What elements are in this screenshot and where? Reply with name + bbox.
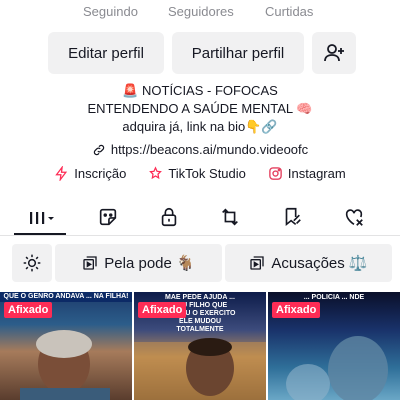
linked-apps: Inscrição TikTok Studio Instagram <box>0 166 400 181</box>
selected-tab-indicator <box>14 233 66 235</box>
repost-icon <box>222 208 238 226</box>
video-caption: QUE O GENRO ANDAVA ... NA FILHA! <box>0 292 132 302</box>
liked-icon <box>345 209 363 226</box>
tab-favorites[interactable] <box>272 204 312 230</box>
sticker-icon <box>99 208 117 226</box>
video-grid: QUE O GENRO ANDAVA ... NA FILHA! Afixado… <box>0 292 400 400</box>
video-thumbnail[interactable]: MAE PEDE AJUDA ... SEU FILHO QUE SERVIU … <box>134 292 266 400</box>
profile-actions: Editar perfil Partilhar perfil <box>48 32 356 74</box>
edit-profile-button[interactable]: Editar perfil <box>48 32 164 74</box>
favorites-icon <box>285 207 301 227</box>
filter-settings-button[interactable] <box>12 244 52 282</box>
video-thumbnail[interactable]: QUE O GENRO ANDAVA ... NA FILHA! Afixado <box>0 292 132 400</box>
tiktok-studio-label: TikTok Studio <box>168 166 246 181</box>
playlist-pela-pode-label: Pela pode 🐐 <box>104 255 195 272</box>
bio-line-2: ENTENDENDO A SAÚDE MENTAL 🧠 <box>87 101 313 116</box>
playlist-acusacoes-label: Acusações ⚖️ <box>271 255 368 272</box>
videos-grid-icon <box>30 212 54 224</box>
bio-link-row[interactable]: https://beacons.ai/mundo.videoofc <box>0 142 400 157</box>
lock-icon <box>161 207 177 227</box>
profile-bio: 🚨 NOTÍCIAS - FOFOCAS ENTENDENDO A SAÚDE … <box>0 82 400 136</box>
subscription-icon <box>55 166 68 181</box>
following-label[interactable]: Seguindo <box>83 4 138 19</box>
add-friend-button[interactable] <box>312 32 356 74</box>
gear-icon <box>23 254 41 272</box>
playlist-acusacoes[interactable]: Acusações ⚖️ <box>225 244 392 282</box>
playlist-pela-pode[interactable]: Pela pode 🐐 <box>55 244 222 282</box>
link-icon <box>93 144 105 155</box>
tab-liked[interactable] <box>334 204 374 230</box>
subscription-link[interactable]: Inscrição <box>54 166 126 181</box>
likes-label: Curtidas <box>265 4 314 19</box>
tab-reposts[interactable] <box>210 204 250 230</box>
followers-label[interactable]: Seguidores <box>168 4 234 19</box>
playlist-filters: Pela pode 🐐 Acusações ⚖️ <box>0 244 400 282</box>
studio-icon <box>149 166 163 180</box>
video-thumbnail[interactable]: ... POLICIA ... NDE Afixado <box>268 292 400 400</box>
pinned-badge: Afixado <box>4 302 53 318</box>
bio-link[interactable]: https://beacons.ai/mundo.videoofc <box>111 142 308 157</box>
profile-tabs <box>0 196 400 236</box>
playlist-icon <box>83 256 97 270</box>
tab-private[interactable] <box>149 204 189 230</box>
subscription-label: Inscrição <box>74 166 127 181</box>
share-profile-button[interactable]: Partilhar perfil <box>172 32 304 74</box>
bio-line-1: 🚨 NOTÍCIAS - FOFOCAS <box>122 83 278 98</box>
add-friend-icon <box>324 44 344 62</box>
tab-stickers[interactable] <box>88 204 128 230</box>
video-caption: ... POLICIA ... NDE <box>303 294 365 301</box>
tab-videos[interactable] <box>22 204 62 230</box>
instagram-icon <box>269 167 282 180</box>
playlist-icon <box>250 256 265 270</box>
instagram-label: Instagram <box>287 166 346 181</box>
profile-stats: Seguindo Seguidores Curtidas <box>0 0 400 24</box>
tiktok-studio-link[interactable]: TikTok Studio <box>148 166 246 181</box>
pinned-badge: Afixado <box>272 302 321 318</box>
bio-line-3: adquira já, link na bio👇🔗 <box>122 119 278 134</box>
pinned-badge: Afixado <box>138 302 187 318</box>
instagram-link[interactable]: Instagram <box>268 166 346 181</box>
